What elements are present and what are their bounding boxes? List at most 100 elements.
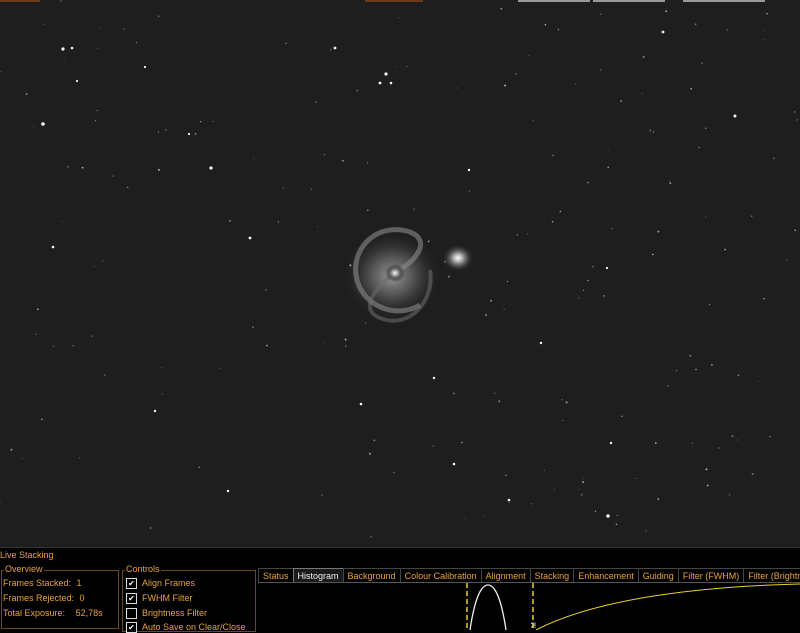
star bbox=[766, 12, 768, 15]
star bbox=[616, 514, 618, 517]
star bbox=[356, 89, 359, 92]
star bbox=[669, 180, 671, 182]
star bbox=[157, 131, 160, 133]
star bbox=[786, 259, 788, 261]
star bbox=[772, 157, 775, 160]
star bbox=[485, 314, 487, 316]
tab-colour-calibration[interactable]: Colour Calibration bbox=[399, 568, 482, 582]
star bbox=[600, 13, 602, 15]
tab-filter-fwhm[interactable]: Filter (FWHM) bbox=[677, 568, 745, 582]
star bbox=[393, 471, 395, 474]
tab-status[interactable]: Status bbox=[258, 568, 294, 582]
star bbox=[265, 344, 268, 347]
total-exposure-label: Total Exposure: bbox=[3, 608, 66, 618]
star bbox=[194, 132, 197, 135]
histogram-plot: M bbox=[466, 583, 800, 630]
tab-filter-brightness[interactable]: Filter (Brightness) bbox=[743, 568, 800, 582]
star bbox=[25, 93, 28, 95]
star bbox=[483, 514, 485, 516]
tab-stacking[interactable]: Stacking bbox=[529, 568, 575, 582]
star bbox=[691, 442, 693, 444]
star bbox=[515, 73, 517, 75]
align-frames-checkbox[interactable]: ✔ bbox=[126, 578, 137, 590]
star bbox=[126, 186, 129, 189]
total-exposure-value: 52,78s bbox=[75, 608, 103, 618]
star bbox=[10, 448, 13, 451]
star bbox=[443, 260, 446, 263]
star bbox=[544, 23, 547, 26]
fwhm-filter-checkbox[interactable]: ✔ bbox=[126, 593, 137, 605]
star bbox=[226, 489, 230, 493]
star bbox=[75, 79, 79, 83]
star bbox=[72, 345, 74, 347]
star bbox=[737, 439, 739, 441]
star bbox=[33, 125, 35, 127]
star bbox=[61, 221, 63, 223]
star bbox=[323, 341, 325, 343]
star bbox=[432, 376, 436, 380]
star bbox=[728, 494, 731, 496]
star bbox=[669, 182, 672, 185]
fwhm-filter-option[interactable]: ✔ FWHM Filter bbox=[126, 593, 193, 605]
brightness-filter-option[interactable]: Brightness Filter bbox=[126, 608, 207, 620]
star bbox=[389, 81, 393, 85]
star bbox=[161, 393, 163, 395]
star bbox=[698, 146, 700, 149]
star bbox=[199, 120, 202, 123]
star bbox=[51, 245, 55, 249]
star bbox=[252, 326, 254, 328]
star bbox=[575, 83, 577, 85]
star bbox=[504, 84, 507, 87]
star bbox=[507, 498, 511, 502]
star bbox=[253, 157, 255, 159]
star bbox=[562, 420, 564, 422]
star bbox=[112, 175, 114, 177]
star bbox=[603, 295, 605, 297]
star bbox=[620, 100, 623, 102]
star bbox=[494, 392, 496, 394]
star bbox=[63, 58, 65, 60]
star bbox=[219, 367, 221, 369]
tab-histogram[interactable]: Histogram bbox=[292, 568, 344, 582]
tab-enhancement[interactable]: Enhancement bbox=[573, 568, 639, 582]
star bbox=[157, 168, 160, 171]
star bbox=[0, 71, 2, 73]
star bbox=[94, 120, 97, 122]
star bbox=[724, 248, 727, 251]
star bbox=[532, 120, 534, 122]
star bbox=[594, 510, 597, 513]
star bbox=[333, 46, 337, 50]
frames-rejected-label: Frames Rejected: bbox=[3, 593, 75, 603]
tab-alignment[interactable]: Alignment bbox=[480, 568, 531, 582]
star bbox=[464, 517, 466, 519]
star bbox=[559, 210, 562, 213]
star bbox=[737, 374, 740, 376]
star bbox=[103, 373, 106, 376]
star bbox=[553, 488, 555, 490]
image-viewer[interactable] bbox=[0, 0, 800, 547]
star bbox=[96, 109, 98, 112]
brightness-filter-checkbox[interactable] bbox=[126, 608, 137, 620]
star bbox=[762, 39, 764, 41]
tab-background[interactable]: Background bbox=[342, 568, 401, 582]
star bbox=[561, 399, 563, 401]
star bbox=[99, 28, 101, 29]
tab-guiding[interactable]: Guiding bbox=[637, 568, 679, 582]
star bbox=[323, 153, 326, 156]
star bbox=[615, 523, 618, 526]
star bbox=[406, 66, 408, 68]
star bbox=[706, 484, 709, 487]
star bbox=[248, 236, 252, 240]
star bbox=[763, 297, 765, 300]
star bbox=[427, 240, 430, 243]
star bbox=[22, 457, 24, 459]
controls-group: Controls ✔ Align Frames ✔ FWHM Filter Brig… bbox=[122, 564, 256, 633]
star bbox=[378, 81, 382, 85]
star bbox=[102, 260, 104, 262]
frames-rejected-row: Frames Rejected: 0 bbox=[3, 593, 85, 603]
star bbox=[97, 48, 99, 50]
star bbox=[587, 181, 589, 184]
star bbox=[551, 220, 554, 223]
align-frames-option[interactable]: ✔ Align Frames bbox=[126, 578, 195, 590]
star bbox=[90, 335, 93, 337]
